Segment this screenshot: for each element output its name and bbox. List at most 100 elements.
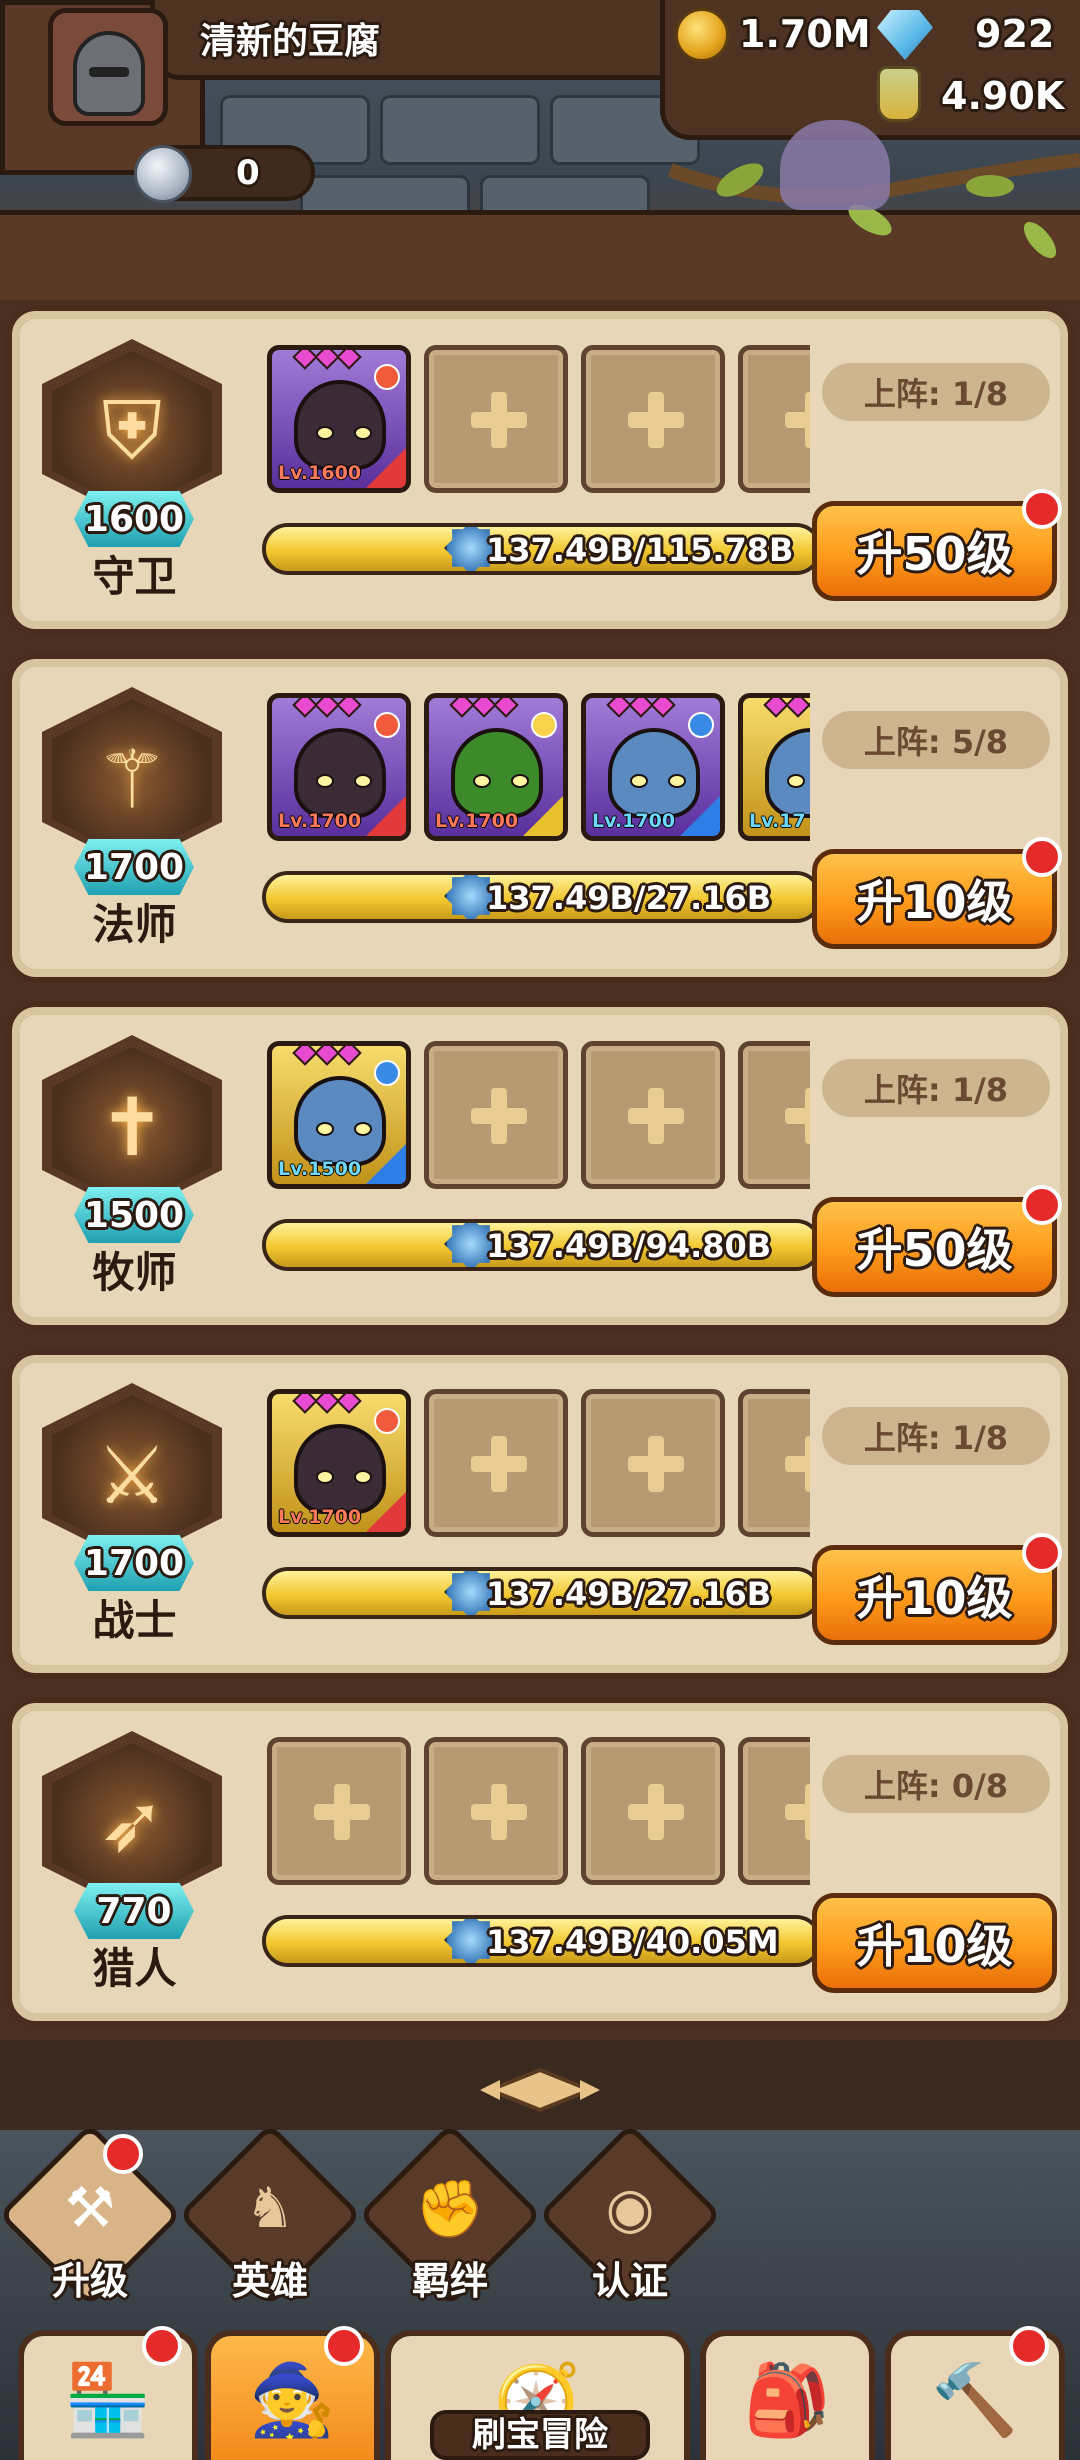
notification-dot: [1022, 837, 1062, 877]
gem-amount: 922: [975, 12, 1055, 56]
deploy-count: 上阵: 0/8: [822, 1755, 1050, 1813]
empty-hero-slot[interactable]: [581, 1737, 725, 1885]
slot-mask: [810, 1723, 1060, 1903]
level-up-button[interactable]: 升50级: [812, 501, 1057, 601]
plus-icon: [628, 1436, 684, 1492]
hero-card[interactable]: Lv.1600: [267, 345, 411, 493]
progress-text: 137.49B/115.78B: [486, 531, 794, 569]
level-up-button[interactable]: 升50级: [812, 1197, 1057, 1297]
hero-card[interactable]: Lv.1700: [424, 693, 568, 841]
player-name: 清新的豆腐: [200, 21, 381, 62]
progress-text: 137.49B/40.05M: [486, 1923, 779, 1961]
upgrade-progress-bar: 137.49B/40.05M: [262, 1915, 822, 1967]
hero-card[interactable]: Lv.1700: [267, 693, 411, 841]
shield-icon[interactable]: ⛨: [82, 381, 182, 481]
notification-dot: [142, 2326, 182, 2366]
divider-ornament-icon: [480, 2067, 600, 2113]
star-rating: [292, 698, 362, 718]
class-card: ⛨ 1600 守卫 Lv.1600 上阵: 1/8 137.49B/115.78B 升50级: [6, 305, 1074, 635]
notification-dot: [1022, 1533, 1062, 1573]
empty-hero-slot[interactable]: [424, 1737, 568, 1885]
hero-card[interactable]: Lv.1700: [267, 1389, 411, 1537]
eye-icon: ◉: [605, 2176, 655, 2241]
bow-icon[interactable]: ➶: [82, 1773, 182, 1873]
tab-hammer[interactable]: 🔨: [885, 2326, 1065, 2460]
hero-portrait: [294, 1076, 386, 1166]
empty-hero-slot[interactable]: [581, 1389, 725, 1537]
deploy-count: 上阵: 1/8: [822, 1059, 1050, 1117]
hero-level: Lv.1700: [435, 810, 519, 832]
plus-icon: [471, 1088, 527, 1144]
subnav-label: 羁绊: [411, 2259, 488, 2303]
level-up-button[interactable]: 升10级: [812, 1545, 1057, 1645]
silver-bar: 0: [134, 145, 315, 203]
hero-card[interactable]: Lv.1500: [267, 1041, 411, 1189]
water-element-icon: [374, 1060, 400, 1086]
tab-hero-portrait[interactable]: 🧙: [205, 2326, 380, 2460]
gem-icon: [877, 10, 933, 60]
currency-panel: 1.70M 922 4.90K: [660, 0, 1080, 140]
hero-portrait: [294, 380, 386, 470]
class-name: 法师: [92, 900, 177, 949]
upgrade-progress-bar: 137.49B/27.16B: [262, 1567, 822, 1619]
progress-text: 137.49B/94.80B: [486, 1227, 772, 1265]
empty-hero-slot[interactable]: [267, 1737, 411, 1885]
subnav-label: 升级: [51, 2259, 128, 2303]
deploy-count: 上阵: 5/8: [822, 711, 1050, 769]
silver-coin-icon: [134, 145, 192, 203]
notification-dot: [1009, 2326, 1049, 2366]
class-level-badge: 1700: [74, 1535, 194, 1591]
class-card: ⚔ 1700 战士 Lv.1700 上阵: 1/8 137.49B/27.16B 升10级: [6, 1349, 1074, 1679]
star-rating: [292, 350, 362, 370]
hero-portrait: [608, 728, 700, 818]
hero-level: Lv.1700: [278, 810, 362, 832]
hero-portrait-icon: 🧙: [248, 2358, 337, 2441]
hero-card[interactable]: Lv.1700: [581, 693, 725, 841]
hero-portrait: [294, 728, 386, 818]
empty-hero-slot[interactable]: [424, 1389, 568, 1537]
adventure-label[interactable]: 刷宝冒险: [430, 2410, 650, 2460]
level-up-button[interactable]: 升10级: [812, 1893, 1057, 1993]
hammer-icon: 🔨: [931, 2358, 1019, 2441]
class-level-badge: 770: [74, 1883, 194, 1939]
staff-icon[interactable]: ⚚: [82, 729, 182, 829]
class-name: 守卫: [92, 552, 177, 601]
empty-hero-slot[interactable]: [581, 1041, 725, 1189]
sword-icon[interactable]: ⚔: [82, 1425, 182, 1525]
class-name: 战士: [92, 1596, 177, 1645]
empty-hero-slot[interactable]: [424, 345, 568, 493]
empty-hero-slot[interactable]: [581, 345, 725, 493]
knight-helmet-icon: [73, 31, 145, 116]
hero-level: Lv.1700: [278, 1506, 362, 1528]
tab-shop[interactable]: 🏪: [18, 2326, 198, 2460]
plus-icon: [471, 1784, 527, 1840]
subnav-eye[interactable]: ◉ 认证: [538, 2123, 722, 2320]
gold-amount: 1.70M: [739, 12, 871, 56]
empty-hero-slot[interactable]: [424, 1041, 568, 1189]
hero-portrait: [451, 728, 543, 818]
potion-amount: 4.90K: [941, 74, 1065, 118]
slot-mask: [810, 331, 1060, 511]
class-level-badge: 1700: [74, 839, 194, 895]
subnav-upgrade[interactable]: ⚒ 升级: [0, 2123, 182, 2320]
plus-icon: [471, 1436, 527, 1492]
progress-text: 137.49B/27.16B: [486, 1575, 772, 1613]
upgrade-progress-bar: 137.49B/94.80B: [262, 1219, 822, 1271]
class-card: ➶ 770 猎人 上阵: 0/8 137.49B/40.05M 升10级: [6, 1697, 1074, 2027]
notification-dot: [1022, 1185, 1062, 1225]
plus-icon: [314, 1784, 370, 1840]
subnav-hero[interactable]: ♞ 英雄: [178, 2123, 362, 2320]
slot-mask: [810, 679, 1060, 859]
water-element-icon: [688, 712, 714, 738]
player-avatar[interactable]: [48, 8, 168, 126]
cross-icon[interactable]: ✝: [82, 1077, 182, 1177]
level-up-button[interactable]: 升10级: [812, 849, 1057, 949]
tab-chest[interactable]: 🎒: [700, 2330, 875, 2460]
chest-icon: 🎒: [743, 2358, 832, 2441]
shop-icon: 🏪: [64, 2358, 152, 2441]
class-card: ⚚ 1700 法师 Lv.1700 Lv.1700 Lv.1700 Lv.17 上阵: 5/8…: [6, 653, 1074, 983]
subnav-bond[interactable]: ✊ 羁绊: [358, 2123, 542, 2320]
upgrade-icon: ⚒: [64, 2176, 116, 2241]
fire-element-icon: [374, 364, 400, 390]
subnav-label: 英雄: [231, 2259, 308, 2303]
